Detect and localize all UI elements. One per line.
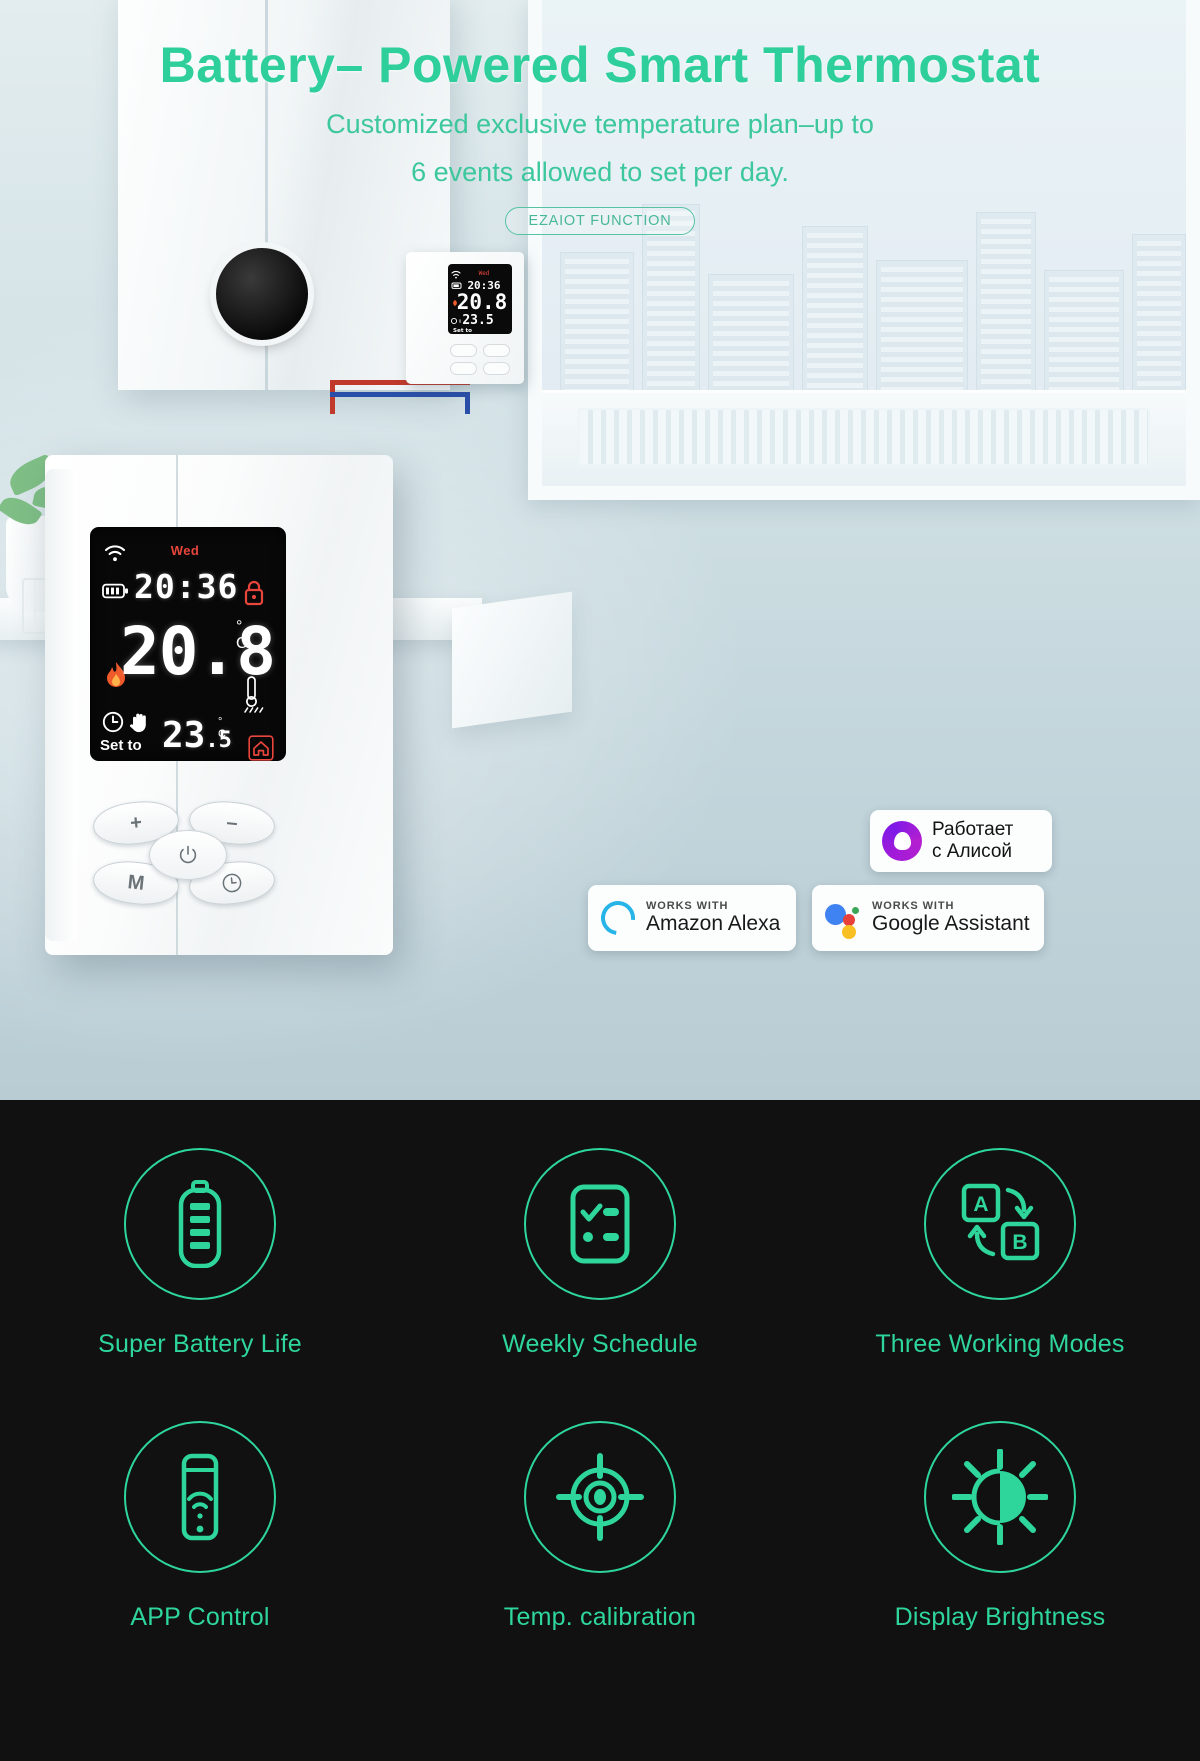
- feature-icon-circle: [123, 1421, 276, 1573]
- alice-badge-text: Работает с Алисой: [932, 819, 1013, 864]
- google-badge-text: WORKS WITH Google Assistant: [872, 900, 1030, 936]
- badge-works-with-alice: Работает с Алисой: [870, 810, 1052, 872]
- svg-text:Set to: Set to: [453, 328, 472, 334]
- hero-section: Wed 20:36 20.8 23.5 Set to Battery– Powe…: [0, 0, 1200, 1100]
- svg-text:Wed: Wed: [479, 270, 490, 277]
- feature-label: Temp. calibration: [503, 1603, 697, 1631]
- checklist-icon: [570, 1184, 630, 1264]
- google-kicker: WORKS WITH: [872, 900, 955, 913]
- feature-temp-calibration: Temp. calibration: [400, 1421, 800, 1632]
- badge-works-with-alexa: WORKS WITH Amazon Alexa: [588, 885, 796, 951]
- crosshair-icon: [555, 1453, 644, 1541]
- alexa-name: Amazon Alexa: [646, 912, 781, 936]
- svg-text:A: A: [973, 1193, 988, 1216]
- feature-three-working-modes: A B Three Working Modes: [800, 1148, 1200, 1359]
- feature-icon-circle: [523, 1148, 676, 1300]
- display-set-unit: ° C: [218, 716, 226, 740]
- yandex-alice-logo-icon: [882, 821, 922, 861]
- ab-swap-icon: A B: [961, 1183, 1040, 1261]
- power-icon: [179, 845, 197, 864]
- display-time: 20:36: [134, 567, 239, 606]
- thermostat-inset: Wed 20:36 20.8 23.5 Set to: [406, 252, 524, 384]
- feature-label: Display Brightness: [894, 1603, 1106, 1631]
- alexa-kicker: WORKS WITH: [646, 900, 729, 913]
- features-section: Super Battery Life Weekly Schedule A B T…: [0, 1100, 1200, 1761]
- feature-icon-circle: [523, 1421, 676, 1573]
- side-table: [452, 591, 572, 729]
- svg-text:B: B: [1012, 1231, 1027, 1254]
- svg-text:20.8: 20.8: [457, 290, 508, 314]
- radiator: [578, 408, 1150, 466]
- google-assistant-logo-icon: [825, 901, 861, 939]
- hand-icon: [128, 711, 150, 740]
- feature-label: APP Control: [130, 1603, 270, 1631]
- page-title: Battery– Powered Smart Thermostat: [159, 37, 1041, 93]
- feature-icon-circle: [923, 1421, 1076, 1573]
- alexa-badge-text: WORKS WITH Amazon Alexa: [646, 900, 780, 936]
- home-icon: [248, 735, 274, 761]
- display-day: Wed: [170, 543, 200, 558]
- battery-icon: [178, 1180, 222, 1268]
- clock-icon: [222, 873, 242, 893]
- thermostat-inset-buttons: [450, 344, 512, 378]
- ezaiot-function-badge: EZAIOT FUNCTION: [505, 206, 695, 235]
- features-row-2: APP Control Temp. calibration Display Br…: [0, 1359, 1200, 1632]
- feature-icon-circle: [123, 1148, 276, 1300]
- current-degree-symbol: °: [236, 618, 243, 635]
- feature-icon-circle: A B: [923, 1148, 1076, 1300]
- hero-subtitle-line-1: Customized exclusive temperature plan–up…: [326, 109, 874, 139]
- feature-display-brightness: Display Brightness: [800, 1421, 1200, 1632]
- feature-label: Weekly Schedule: [502, 1330, 698, 1358]
- feature-label: Super Battery Life: [98, 1330, 302, 1358]
- google-name: Google Assistant: [872, 912, 1030, 936]
- lock-icon: [242, 579, 266, 611]
- display-setpoint-row: Set to 23.5 ° C: [100, 711, 276, 761]
- battery-icon: [102, 583, 129, 604]
- thermostat-device: Wed 20:36 20.8 ° C Set to 23.5 ° C + – M: [45, 455, 393, 955]
- current-scale-symbol: C: [236, 634, 248, 652]
- display-current-unit: ° C: [236, 618, 248, 653]
- features-row-1: Super Battery Life Weekly Schedule A B T…: [0, 1100, 1200, 1359]
- phone-wifi-icon: [181, 1453, 219, 1541]
- badge-works-with-google-assistant: WORKS WITH Google Assistant: [812, 885, 1044, 951]
- display-set-to-label: Set to: [100, 737, 142, 754]
- svg-text:23.5: 23.5: [462, 313, 493, 328]
- inset-lcd-graphics: Wed 20:36 20.8 23.5 Set to: [450, 270, 508, 334]
- feature-weekly-schedule: Weekly Schedule: [400, 1148, 800, 1359]
- clock-icon: [102, 711, 124, 738]
- brightness-icon: [951, 1449, 1048, 1545]
- set-scale-symbol: C: [218, 727, 226, 740]
- thermostat-button-pad: + – M: [91, 797, 283, 910]
- boiler-pipes: [330, 380, 470, 416]
- hero-text-block: Battery– Powered Smart Thermostat Custom…: [0, 0, 1200, 235]
- feature-label: Three Working Modes: [875, 1330, 1125, 1358]
- alice-line-2: с Алисой: [932, 841, 1013, 862]
- power-button[interactable]: [149, 830, 227, 880]
- window-sill: [542, 390, 1186, 486]
- thermostat-inset-display: Wed 20:36 20.8 23.5 Set to: [448, 264, 512, 334]
- thermostat-display: Wed 20:36 20.8 ° C Set to 23.5 ° C: [90, 527, 286, 761]
- alice-line-1: Работает: [932, 818, 1014, 840]
- boiler-knob: [216, 248, 308, 340]
- feature-super-battery-life: Super Battery Life: [0, 1148, 400, 1359]
- amazon-alexa-logo-icon: [594, 894, 642, 942]
- set-degree-symbol: °: [218, 716, 223, 728]
- hero-subtitle-line-2: 6 events allowed to set per day.: [411, 157, 789, 188]
- feature-app-control: APP Control: [0, 1421, 400, 1632]
